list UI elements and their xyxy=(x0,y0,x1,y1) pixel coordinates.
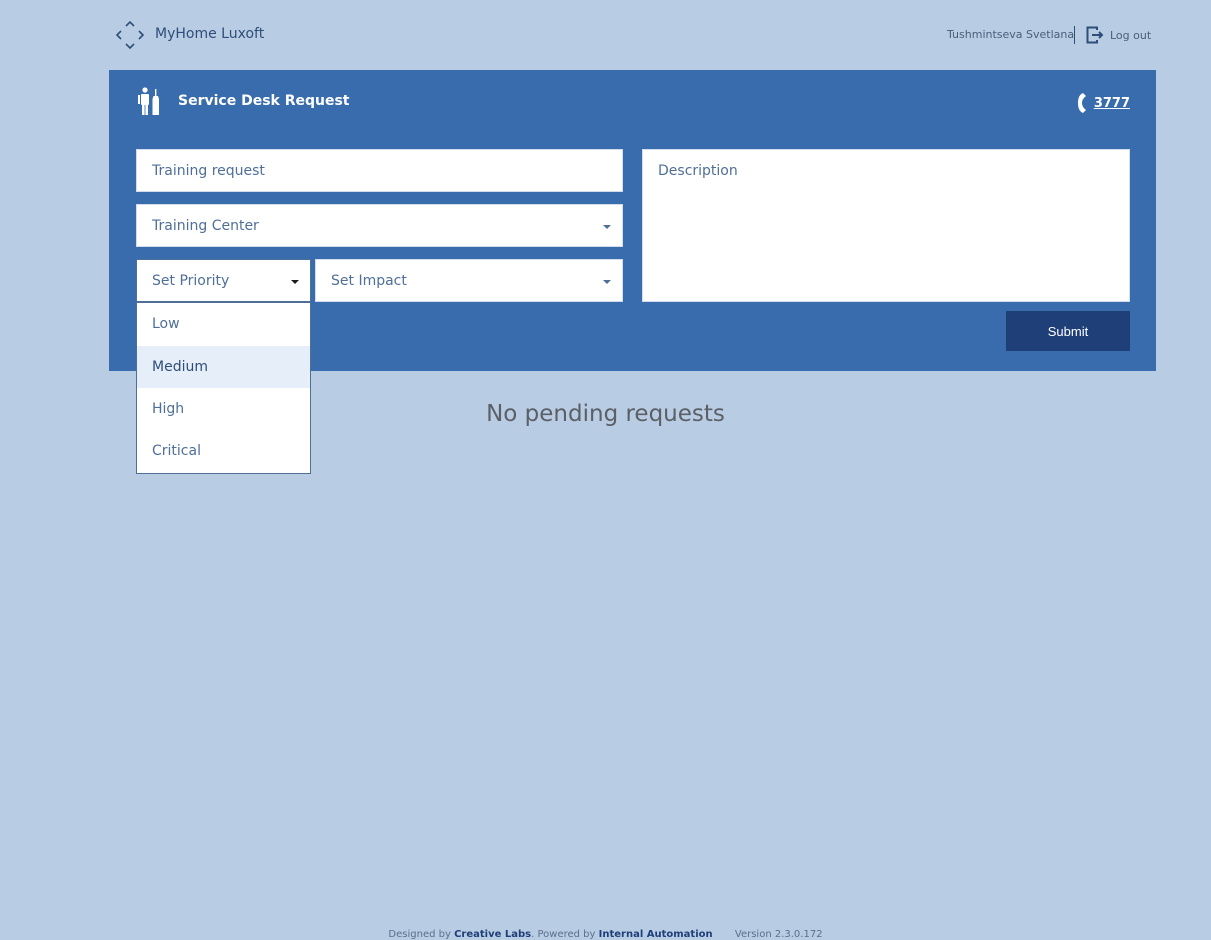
option-label: Low xyxy=(152,316,180,332)
priority-option-medium[interactable]: Medium xyxy=(137,346,310,388)
panel-title: Service Desk Request xyxy=(178,93,350,109)
top-bar: MyHome Luxoft Tushmintseva Svetlana Log … xyxy=(0,0,1211,70)
priority-select[interactable]: Set Priority xyxy=(136,259,311,302)
priority-value: Set Priority xyxy=(152,273,230,289)
description-textarea[interactable]: Description xyxy=(642,149,1130,302)
chevron-down-icon xyxy=(291,280,299,284)
priority-option-critical[interactable]: Critical xyxy=(137,430,310,472)
logout-button[interactable]: Log out xyxy=(1086,24,1151,46)
app-logo-icon[interactable] xyxy=(115,20,145,50)
header-divider xyxy=(1074,26,1075,44)
category-value: Training Center xyxy=(152,218,259,234)
option-label: High xyxy=(152,401,185,417)
submit-button[interactable]: Submit xyxy=(1006,311,1130,351)
service-person-icon xyxy=(138,87,159,115)
subject-value: Training request xyxy=(152,163,265,179)
chevron-down-icon xyxy=(603,280,611,284)
phone-icon xyxy=(1077,93,1086,113)
logout-icon xyxy=(1086,26,1104,44)
chevron-down-icon xyxy=(603,225,611,229)
subject-input[interactable]: Training request xyxy=(136,149,623,192)
category-select[interactable]: Training Center xyxy=(136,204,623,247)
user-name: Tushmintseva Svetlana xyxy=(947,28,1075,41)
description-placeholder: Description xyxy=(658,163,738,179)
logout-label: Log out xyxy=(1110,28,1152,42)
phone-number[interactable]: 3777 xyxy=(1094,96,1130,111)
app-title[interactable]: MyHome Luxoft xyxy=(155,26,264,42)
option-label: Critical xyxy=(152,443,201,459)
priority-dropdown-menu: Low Medium High Critical xyxy=(136,302,311,474)
impact-select[interactable]: Set Impact xyxy=(315,259,623,302)
phone-link[interactable]: 3777 xyxy=(1076,92,1130,114)
impact-value: Set Impact xyxy=(331,273,407,289)
priority-option-low[interactable]: Low xyxy=(137,303,310,345)
option-label: Medium xyxy=(152,359,208,375)
priority-option-high[interactable]: High xyxy=(137,388,310,430)
